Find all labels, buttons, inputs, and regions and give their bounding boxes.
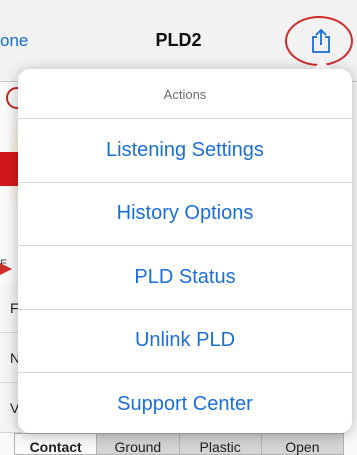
- action-history-options[interactable]: History Options: [18, 183, 352, 246]
- action-pld-status[interactable]: PLD Status: [18, 246, 352, 310]
- actions-popover: Actions Listening Settings History Optio…: [18, 69, 352, 433]
- action-listening-settings[interactable]: Listening Settings: [18, 119, 352, 183]
- popover-title: Actions: [18, 69, 352, 119]
- popover-arrow: [313, 60, 331, 69]
- action-support-center[interactable]: Support Center: [18, 373, 352, 433]
- action-unlink-pld[interactable]: Unlink PLD: [18, 310, 352, 373]
